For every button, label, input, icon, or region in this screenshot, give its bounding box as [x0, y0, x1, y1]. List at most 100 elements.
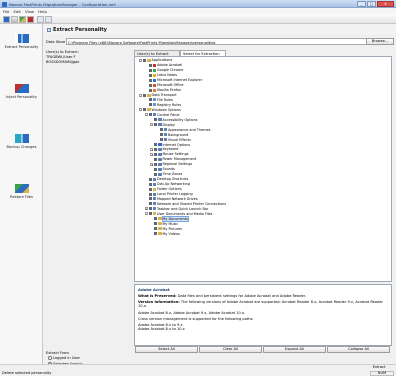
tree-checkbox[interactable]	[154, 217, 157, 221]
collapse-icon[interactable]	[47, 27, 51, 32]
expander-icon[interactable]: +	[150, 147, 153, 151]
tree-node-label: Visual Effects	[168, 137, 191, 142]
tree-node-label: My Documents	[161, 215, 189, 222]
tree-checkbox[interactable]	[148, 177, 152, 181]
tree-checkbox[interactable]	[143, 93, 146, 97]
expander-icon[interactable]: -	[144, 212, 148, 216]
nav-label: Inject Personality	[6, 95, 37, 99]
extract-arrow-icon	[14, 34, 29, 43]
tree-checkbox[interactable]	[154, 227, 157, 231]
tree-checkbox[interactable]	[148, 78, 152, 82]
tree-node[interactable]: My Videos	[150, 231, 180, 236]
tree-checkbox[interactable]	[143, 58, 146, 62]
nav-label: Backup Changes	[6, 145, 37, 149]
delete-icon[interactable]	[27, 15, 34, 23]
tree-checkbox[interactable]	[148, 197, 152, 201]
expander-icon[interactable]: -	[144, 113, 148, 117]
folder-icon	[152, 68, 156, 72]
expand-all-button[interactable]: Expand All	[263, 346, 326, 353]
cross-version-path: Adobe Acrobat 8.x to 10.x	[138, 327, 185, 332]
data-store-label: Data Store	[46, 40, 66, 44]
tree-node-label: Background	[168, 132, 189, 137]
extraction-tree[interactable]: - Applications Adobe Acrobat Google Chrome L…	[134, 56, 392, 282]
expander-icon[interactable]: -	[139, 108, 142, 112]
back-icon[interactable]	[37, 15, 44, 23]
tree-checkbox[interactable]	[143, 108, 146, 112]
tree-checkbox[interactable]	[154, 172, 157, 176]
tree-checkbox[interactable]	[148, 182, 152, 186]
tree-checkbox[interactable]	[148, 113, 152, 117]
tree-checkbox[interactable]	[159, 128, 163, 132]
data-store-path-field[interactable]: C:\Program Files (x86)\Novaro Software\F…	[66, 38, 384, 45]
tree-node-label: Time Zones	[162, 172, 183, 177]
users-caption: User(s) to Extract:	[46, 50, 79, 54]
tree-checkbox[interactable]	[154, 152, 157, 156]
maximize-button[interactable]: □	[367, 1, 376, 7]
tree-checkbox[interactable]	[154, 157, 157, 161]
tab-select-for-extraction[interactable]: Select for Extraction	[180, 50, 226, 56]
version-info: Version Information: The following versi…	[138, 300, 384, 309]
tree-node-label: Folder Options	[157, 187, 182, 192]
tree-checkbox[interactable]	[148, 202, 152, 206]
user-list-item[interactable]: TFAGBWL\User F	[46, 55, 76, 59]
folder-icon	[163, 138, 167, 142]
tree-checkbox[interactable]	[154, 167, 157, 171]
radio-logged-in-user[interactable]: Logged In User	[48, 356, 80, 360]
folder-icon	[152, 192, 156, 196]
tree-checkbox[interactable]	[148, 63, 152, 67]
tree-checkbox[interactable]	[154, 123, 157, 127]
title-bar: Novaro FastPrints MigrationManager - Con…	[0, 0, 396, 8]
tree-checkbox[interactable]	[154, 143, 157, 147]
tree-checkbox[interactable]	[148, 98, 152, 102]
tree-checkbox[interactable]	[154, 118, 157, 122]
wizard-icon[interactable]	[19, 15, 26, 23]
tree-checkbox[interactable]	[148, 187, 152, 191]
expander-icon[interactable]: +	[144, 207, 148, 211]
tree-node-label: Accessibility Options	[162, 117, 198, 122]
expander-icon[interactable]: -	[139, 93, 142, 97]
folder-icon	[152, 207, 156, 211]
tree-checkbox[interactable]	[154, 232, 157, 236]
expander-icon[interactable]: -	[150, 123, 153, 127]
nav-backup-changes[interactable]: Backup Changes	[0, 134, 43, 149]
status-bar: Extract Delete selected personality NUM	[0, 364, 396, 376]
tree-node-label: Internet Options	[162, 142, 191, 147]
folder-icon	[158, 162, 162, 166]
minimize-button[interactable]: _	[357, 1, 366, 7]
extract-button[interactable]: Extract	[364, 365, 394, 370]
tree-checkbox[interactable]	[148, 88, 152, 92]
tree-checkbox[interactable]	[148, 68, 152, 72]
nav-inject-personality[interactable]: Inject Personality	[0, 84, 43, 99]
tree-checkbox[interactable]	[159, 133, 163, 137]
open-icon[interactable]	[11, 15, 18, 23]
tree-checkbox[interactable]	[159, 138, 163, 142]
forward-icon[interactable]	[45, 15, 52, 23]
select-all-button[interactable]: Select All	[135, 346, 198, 353]
user-list-item[interactable]: BOSSDOMAIN\jgak	[46, 60, 79, 64]
tree-checkbox[interactable]	[148, 83, 152, 87]
tree-checkbox[interactable]	[148, 103, 152, 107]
save-icon[interactable]	[3, 15, 10, 23]
tree-checkbox[interactable]	[148, 192, 152, 196]
tree-node-label: Regional Settings	[162, 162, 193, 167]
expander-icon[interactable]: -	[139, 58, 142, 62]
tree-checkbox[interactable]	[148, 73, 152, 77]
tree-checkbox[interactable]	[148, 207, 152, 211]
collapse-all-button[interactable]: Collapse All	[327, 346, 390, 353]
close-button[interactable]: X	[377, 1, 394, 7]
folder-icon	[158, 123, 162, 127]
folder-icon	[152, 197, 156, 201]
tree-checkbox[interactable]	[148, 212, 152, 216]
browse-button[interactable]: Browse...	[366, 38, 394, 45]
toolbar	[0, 14, 396, 24]
expander-icon[interactable]: +	[150, 162, 153, 166]
folder-icon	[158, 118, 162, 122]
tree-checkbox[interactable]	[154, 222, 157, 226]
tree-checkbox[interactable]	[154, 147, 157, 151]
expander-icon[interactable]: +	[150, 152, 153, 156]
folder-icon	[152, 103, 156, 107]
tree-checkbox[interactable]	[154, 162, 157, 166]
nav-restore-files[interactable]: Restore Files	[0, 184, 43, 199]
nav-extract-personality[interactable]: Extract Personality	[0, 34, 43, 49]
clear-all-button[interactable]: Clear All	[199, 346, 262, 353]
